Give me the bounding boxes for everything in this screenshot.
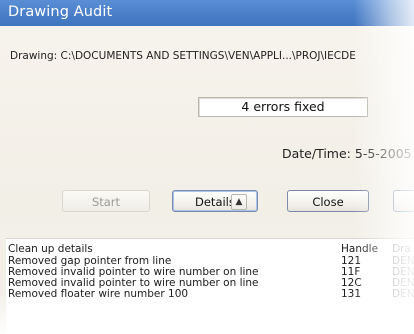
details-button-label: Details <box>195 195 235 209</box>
column-header-drawing[interactable]: Dra <box>392 243 411 255</box>
row-handle: 131 <box>341 288 362 300</box>
details-button[interactable]: Details ▲ <box>172 190 258 212</box>
double-chevron-up-icon: ▲ <box>231 194 247 210</box>
row-detail: Removed floater wire number 100 <box>8 288 189 300</box>
table-row[interactable]: Removed floater wire number 100 131 DEN <box>6 288 414 300</box>
drawing-audit-dialog: Drawing Audit Drawing: C:\DOCUMENTS AND … <box>0 0 414 334</box>
drawing-path-line: Drawing: C:\DOCUMENTS AND SETTINGS\VEN\A… <box>10 50 356 62</box>
row-drawing: DEN <box>392 288 414 300</box>
help-button[interactable] <box>393 190 414 212</box>
window-title: Drawing Audit <box>8 4 113 20</box>
drawing-label: Drawing: <box>10 50 58 62</box>
errors-fixed-status: 4 errors fixed <box>198 97 368 117</box>
cleanup-details-list: Clean up details Handle Dra Removed gap … <box>6 238 414 334</box>
audit-datetime: Date/Time: 5-5-2005 <box>282 146 412 161</box>
start-button[interactable]: Start <box>62 190 150 212</box>
column-header-handle[interactable]: Handle <box>341 243 378 255</box>
drawing-path: C:\DOCUMENTS AND SETTINGS\VEN\APPLI...\P… <box>60 50 356 62</box>
title-bar[interactable]: Drawing Audit <box>0 0 414 26</box>
close-button[interactable]: Close <box>287 190 369 212</box>
details-header-row: Clean up details Handle Dra <box>6 243 414 255</box>
column-header-detail[interactable]: Clean up details <box>8 243 93 255</box>
